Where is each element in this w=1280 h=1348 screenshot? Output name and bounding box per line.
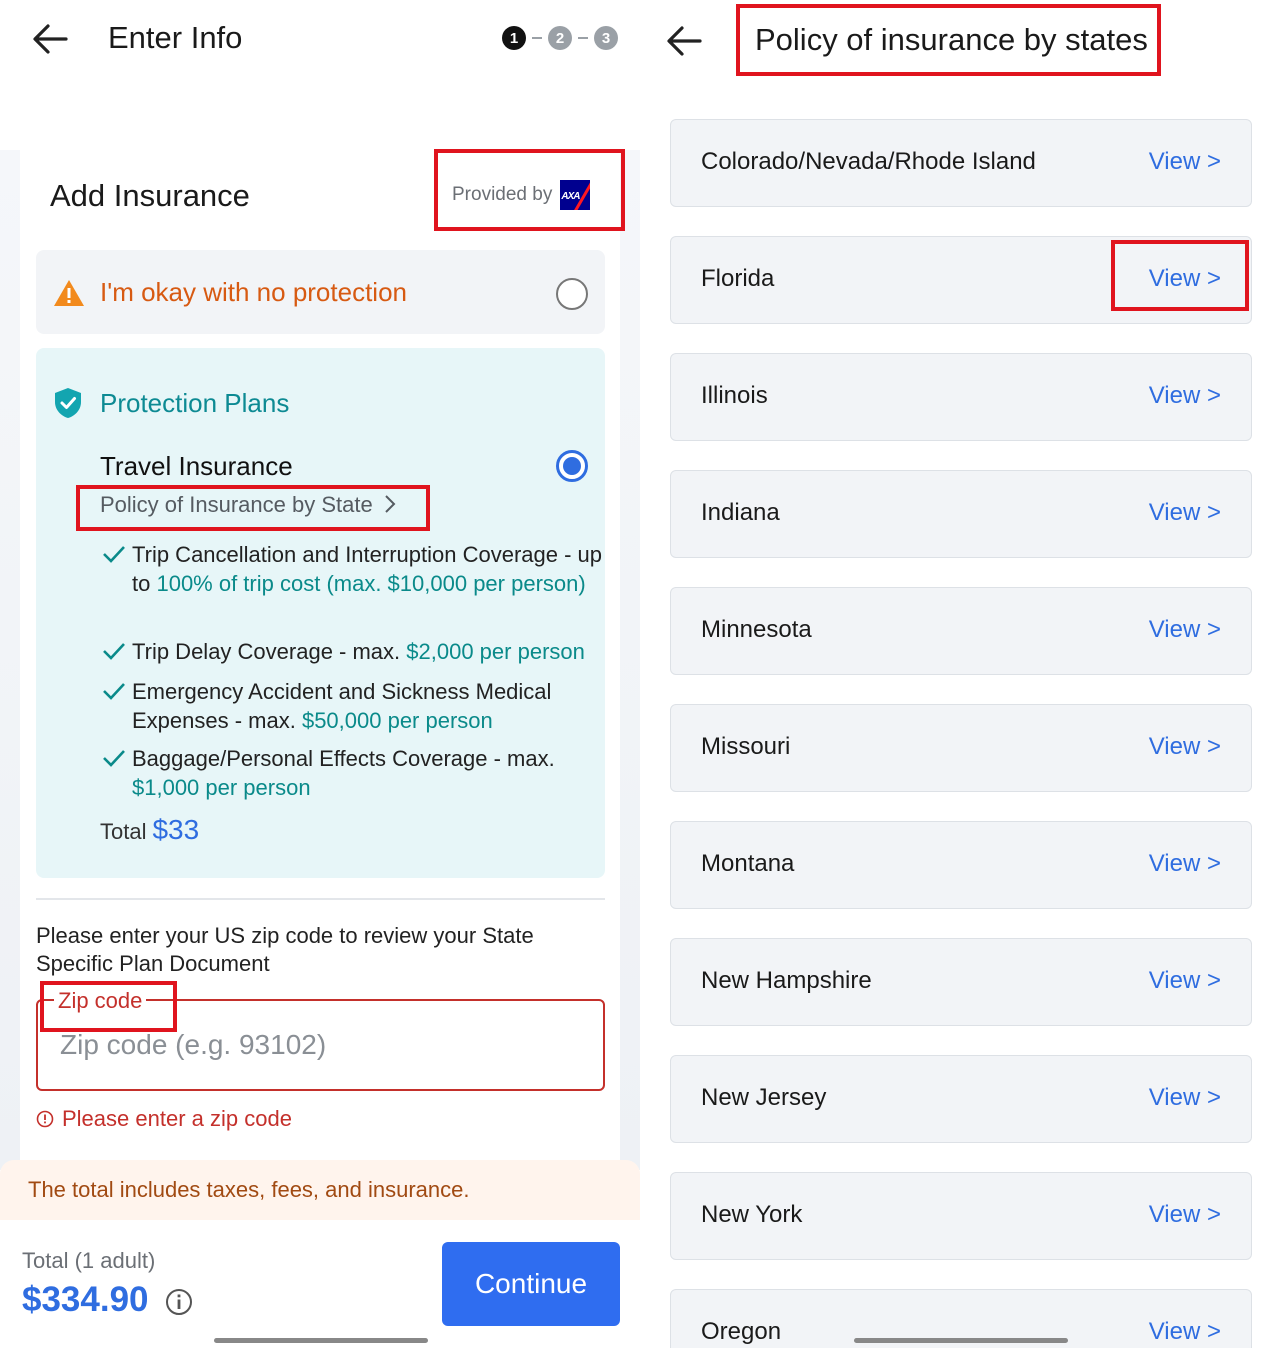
home-indicator [214, 1338, 428, 1343]
provider-badge: Provided by AXA [452, 180, 591, 210]
total-notice: The total includes taxes, fees, and insu… [0, 1160, 640, 1220]
check-icon [103, 750, 125, 767]
state-row[interactable]: Illinois View > [670, 353, 1252, 441]
protection-plans-panel: Protection Plans Travel Insurance Policy… [36, 348, 605, 878]
plan-total-amount: $33 [152, 814, 200, 845]
view-link[interactable]: View > [1149, 265, 1221, 293]
benefit-item: Emergency Accident and Sickness Medical … [102, 677, 602, 735]
travel-insurance-title: Travel Insurance [100, 451, 293, 481]
check-icon [103, 643, 125, 660]
total-notice-text: The total includes taxes, fees, and insu… [28, 1177, 470, 1202]
state-row[interactable]: New York View > [670, 1172, 1252, 1260]
section-title: Add Insurance [50, 178, 250, 213]
step-1-icon: 1 [502, 26, 526, 50]
benefit-text: Baggage/Personal Effects Coverage - max. [132, 746, 555, 771]
step-indicator: 1 2 3 [502, 26, 618, 50]
view-link[interactable]: View > [1149, 967, 1221, 995]
states-policy-screen: Policy of insurance by states Colorado/N… [642, 0, 1280, 1348]
step-2-icon: 2 [548, 26, 572, 50]
error-icon [36, 1110, 54, 1128]
state-row[interactable]: Minnesota View > [670, 587, 1252, 675]
protection-plans-heading: Protection Plans [100, 388, 290, 418]
zip-error-message: Please enter a zip code [36, 1106, 292, 1132]
page-title: Enter Info [108, 20, 243, 55]
state-name: Colorado/Nevada/Rhode Island [701, 148, 1036, 175]
step-3-icon: 3 [594, 26, 618, 50]
check-icon [103, 683, 125, 700]
no-protection-option[interactable]: I'm okay with no protection [36, 250, 605, 334]
view-link[interactable]: View > [1149, 1318, 1221, 1346]
zip-error-text: Please enter a zip code [62, 1106, 292, 1131]
state-name: Illinois [701, 382, 768, 409]
plan-total-label: Total [100, 819, 147, 844]
divider [36, 898, 605, 900]
benefit-highlight: $50,000 per person [301, 708, 493, 733]
step-divider [578, 37, 588, 39]
view-link[interactable]: View > [1149, 382, 1221, 410]
plan-total: Total $33 [100, 814, 199, 846]
state-row[interactable]: Colorado/Nevada/Rhode Island View > [670, 119, 1252, 207]
state-name: Florida [701, 265, 775, 292]
states-page-title: Policy of insurance by states [755, 22, 1148, 57]
benefit-highlight: 100% of trip cost (max. $10,000 per pers… [156, 571, 586, 596]
continue-button[interactable]: Continue [442, 1242, 620, 1326]
enter-info-screen: Enter Info 1 2 3 Add Insurance Provided … [0, 0, 640, 1348]
state-row[interactable]: New Jersey View > [670, 1055, 1252, 1143]
state-name: Indiana [701, 499, 780, 526]
benefit-item: Trip Cancellation and Interruption Cover… [102, 540, 602, 598]
info-icon[interactable] [165, 1288, 193, 1316]
shield-check-icon [55, 388, 81, 418]
view-link[interactable]: View > [1149, 616, 1221, 644]
footer-total-label: Total (1 adult) [22, 1248, 156, 1273]
checkout-footer: Total (1 adult) $334.90 Continue [0, 1220, 640, 1348]
check-icon [103, 546, 125, 563]
policy-by-state-label: Policy of Insurance by State [100, 492, 373, 517]
zip-instructions: Please enter your US zip code to review … [36, 923, 534, 976]
benefit-item: Trip Delay Coverage - max. $2,000 per pe… [102, 637, 602, 666]
benefit-item: Baggage/Personal Effects Coverage - max.… [102, 744, 602, 802]
state-row[interactable]: New Hampshire View > [670, 938, 1252, 1026]
view-link[interactable]: View > [1149, 733, 1221, 761]
state-name: New York [701, 1201, 803, 1228]
benefit-text: Trip Delay Coverage - max. [132, 639, 407, 664]
travel-insurance-radio[interactable] [556, 450, 588, 482]
state-name: Missouri [701, 733, 791, 760]
step-divider [532, 37, 542, 39]
back-arrow-icon[interactable] [30, 22, 70, 56]
axa-logo: AXA [560, 180, 591, 210]
state-row[interactable]: Indiana View > [670, 470, 1252, 558]
no-protection-label: I'm okay with no protection [100, 277, 407, 307]
state-name: Minnesota [701, 616, 812, 643]
provider-label: Provided by [452, 184, 553, 205]
view-link[interactable]: View > [1149, 1201, 1221, 1229]
state-row[interactable]: Montana View > [670, 821, 1252, 909]
zip-code-input[interactable] [60, 1029, 580, 1061]
benefit-highlight: $1,000 per person [132, 775, 311, 800]
home-indicator [854, 1338, 1068, 1343]
view-link[interactable]: View > [1149, 850, 1221, 878]
warning-icon [54, 280, 84, 306]
top-bar: Enter Info 1 2 3 [0, 0, 640, 80]
state-name: Oregon [701, 1318, 782, 1345]
state-name: New Hampshire [701, 967, 872, 994]
view-link[interactable]: View > [1149, 148, 1221, 176]
state-name: Montana [701, 850, 795, 877]
back-arrow-icon[interactable] [664, 24, 704, 58]
view-link[interactable]: View > [1149, 1084, 1221, 1112]
view-link[interactable]: View > [1149, 499, 1221, 527]
state-row[interactable]: Missouri View > [670, 704, 1252, 792]
zip-code-legend: Zip code [54, 988, 147, 1014]
chevron-right-icon [385, 495, 396, 513]
state-name: New Jersey [701, 1084, 827, 1111]
policy-by-state-link[interactable]: Policy of Insurance by State [100, 492, 397, 518]
footer-total-amount: $334.90 [22, 1280, 149, 1319]
benefit-highlight: $2,000 per person [406, 639, 585, 664]
state-row[interactable]: Florida View > [670, 236, 1252, 324]
no-protection-radio[interactable] [556, 278, 588, 310]
